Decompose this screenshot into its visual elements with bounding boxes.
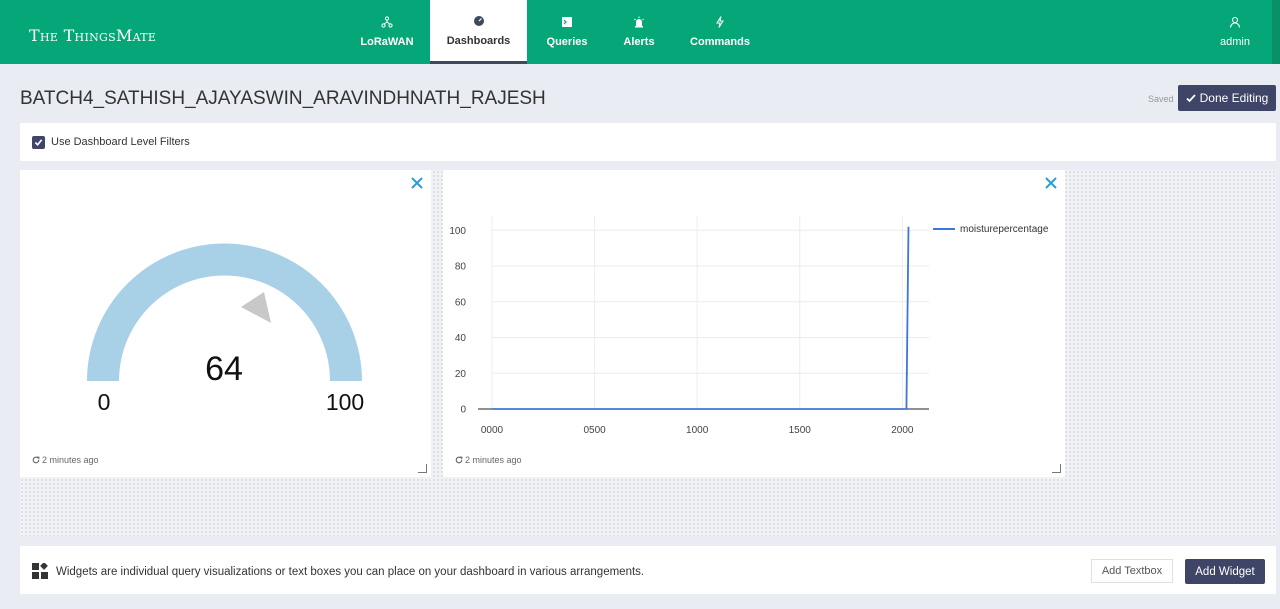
- nav-queries-label: Queries: [546, 36, 588, 48]
- dashboard-title[interactable]: BATCH4_SATHISH_AJAYASWIN_ARAVINDHNATH_RA…: [20, 88, 546, 110]
- speedometer-icon: [473, 15, 484, 26]
- gauge-value: 64: [205, 350, 243, 388]
- refresh-icon: [32, 456, 40, 464]
- y-tick-label: 20: [455, 369, 467, 380]
- nav-alerts-label: Alerts: [623, 36, 655, 48]
- gauge-chart: 64 0 100: [87, 243, 364, 415]
- resize-handle[interactable]: [1052, 464, 1061, 473]
- nav-lorawan[interactable]: LoRaWAN: [350, 0, 424, 64]
- resize-handle[interactable]: [418, 464, 427, 473]
- check-icon: [1186, 94, 1196, 103]
- nav-user-admin[interactable]: admin: [1212, 0, 1258, 64]
- line-chart: 0000 0500 1000 1500 2000 0 20 40 60 80 100 moistur…: [449, 216, 1049, 436]
- nav-dashboards[interactable]: Dashboards: [430, 0, 527, 64]
- y-tick-label: 0: [460, 405, 466, 416]
- nav-dashboards-label: Dashboards: [446, 34, 511, 47]
- legend-label[interactable]: moisturepercentage: [960, 224, 1049, 235]
- widgets-icon: [32, 563, 48, 579]
- add-widget-bar: Widgets are individual query visualizati…: [20, 546, 1276, 594]
- nav-queries[interactable]: Queries: [537, 0, 597, 64]
- network-icon: [381, 16, 393, 28]
- add-textbox-button[interactable]: Add Textbox: [1091, 559, 1173, 583]
- widgets-description: Widgets are individual query visualizati…: [56, 566, 645, 578]
- nav-alerts[interactable]: Alerts: [614, 0, 664, 64]
- last-updated-text: 2 minutes ago: [42, 455, 99, 465]
- x-tick-label: 1000: [686, 425, 709, 436]
- done-editing-button[interactable]: Done Editing: [1178, 85, 1276, 111]
- x-tick-label: 0500: [583, 425, 606, 436]
- line-chart-widget[interactable]: 0000 0500 1000 1500 2000 0 20 40 60 80 100 moistur…: [443, 170, 1065, 477]
- scrollbar[interactable]: [1272, 0, 1280, 64]
- filters-bar: Use Dashboard Level Filters: [20, 123, 1276, 161]
- x-tick-label: 0000: [481, 425, 504, 436]
- x-tick-label: 2000: [891, 425, 914, 436]
- gauge-needle: [241, 292, 271, 323]
- gauge-min-label: 0: [98, 389, 111, 415]
- gauge-max-label: 100: [326, 389, 364, 415]
- y-tick-label: 40: [455, 333, 467, 344]
- terminal-icon: [562, 17, 572, 27]
- x-tick-label: 1500: [789, 425, 812, 436]
- done-editing-label: Done Editing: [1199, 91, 1269, 105]
- last-updated: 2 minutes ago: [32, 455, 99, 465]
- dashboard-filters-checkbox[interactable]: [32, 136, 45, 149]
- check-icon: [34, 139, 43, 146]
- gauge-widget[interactable]: 64 0 100 2 minutes ago: [20, 170, 431, 477]
- add-widget-button[interactable]: Add Widget: [1185, 559, 1265, 584]
- refresh-icon: [455, 456, 463, 464]
- saved-status: Saved: [1148, 94, 1174, 104]
- siren-icon: [634, 16, 644, 28]
- user-name: admin: [1220, 36, 1250, 48]
- last-updated-text: 2 minutes ago: [465, 455, 522, 465]
- series-line-moisturepercentage: [492, 226, 910, 410]
- dashboard-filters-label[interactable]: Use Dashboard Level Filters: [51, 136, 190, 148]
- brand-logo[interactable]: The ThingsMate: [29, 26, 156, 45]
- user-icon: [1229, 16, 1241, 28]
- y-tick-label: 60: [455, 297, 467, 308]
- y-tick-label: 80: [455, 262, 467, 273]
- lightning-icon: [716, 16, 724, 28]
- last-updated: 2 minutes ago: [455, 455, 522, 465]
- top-navbar: The ThingsMate LoRaWAN Dashboards Querie…: [0, 0, 1280, 64]
- nav-commands[interactable]: Commands: [684, 0, 756, 64]
- nav-lorawan-label: LoRaWAN: [360, 36, 414, 48]
- nav-commands-label: Commands: [690, 36, 750, 48]
- y-tick-label: 100: [449, 226, 466, 237]
